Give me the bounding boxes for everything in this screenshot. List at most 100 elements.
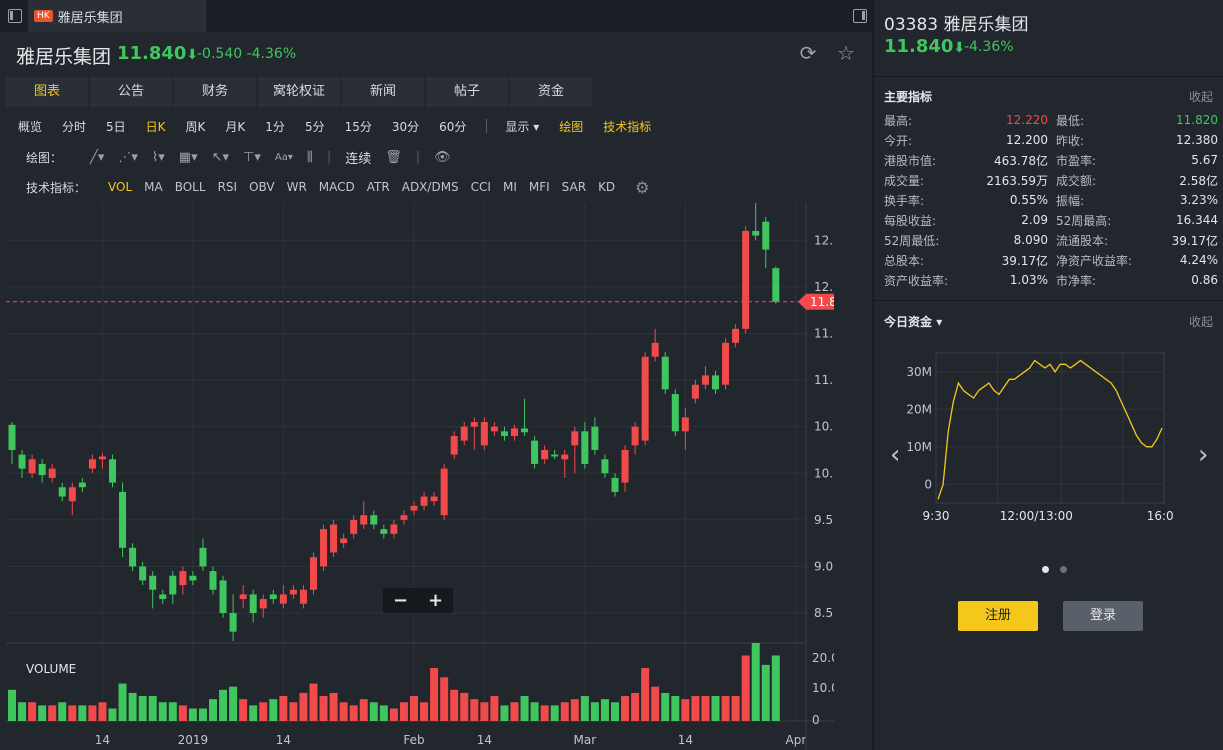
- tab-2[interactable]: 财务: [174, 77, 256, 107]
- volume-bar: [289, 702, 298, 721]
- fib-tool-icon[interactable]: ▦▾: [179, 150, 198, 165]
- candle-body: [641, 356, 649, 441]
- bar-tool-icon[interactable]: ⫼: [307, 150, 313, 165]
- continuous-toggle[interactable]: 连续: [345, 148, 371, 167]
- page-dot[interactable]: [1060, 566, 1067, 573]
- tab-5[interactable]: 帖子: [426, 77, 508, 107]
- period-1[interactable]: 分时: [62, 118, 86, 135]
- tab-6[interactable]: 资金: [510, 77, 592, 107]
- trash-icon[interactable]: 🗑: [385, 150, 402, 165]
- indicator-1[interactable]: MA: [144, 180, 163, 194]
- volume-bar: [641, 667, 650, 721]
- line-tool-icon[interactable]: ╱▾: [90, 150, 104, 165]
- indicator-13[interactable]: KD: [598, 180, 615, 194]
- channel-tool-icon[interactable]: ⋰▾: [118, 150, 138, 165]
- tab-4[interactable]: 新闻: [342, 77, 424, 107]
- indicator-3[interactable]: RSI: [218, 180, 238, 194]
- flow-y-tick: 10M: [906, 440, 932, 454]
- volume-bar: [460, 692, 469, 721]
- separator: [486, 119, 488, 133]
- volume-bar: [108, 708, 117, 721]
- stat-label: 市盈率:: [1056, 153, 1097, 168]
- indicator-10[interactable]: MI: [503, 180, 517, 194]
- next-chevron-icon[interactable]: ›: [1198, 440, 1208, 470]
- indicator-5[interactable]: WR: [287, 180, 307, 194]
- refresh-icon[interactable]: ⟳: [796, 41, 820, 65]
- flow-collapse-button[interactable]: 收起: [1189, 313, 1213, 330]
- indicator-2[interactable]: BOLL: [175, 180, 206, 194]
- period-3[interactable]: 日K: [146, 118, 166, 135]
- draw-button[interactable]: 绘图: [559, 118, 583, 135]
- period-10[interactable]: 60分: [439, 118, 466, 135]
- indicator-12[interactable]: SAR: [562, 180, 586, 194]
- gear-icon[interactable]: ⚙: [635, 178, 649, 197]
- volume-bar: [430, 667, 439, 721]
- window-tab[interactable]: HK 雅居乐集团: [28, 0, 206, 32]
- volume-bar: [611, 702, 619, 721]
- indicator-6[interactable]: MACD: [319, 180, 355, 194]
- flow-y-tick: 0: [924, 477, 932, 491]
- indicator-9[interactable]: CCI: [471, 180, 491, 194]
- star-icon[interactable]: ☆: [834, 41, 858, 65]
- period-7[interactable]: 5分: [305, 118, 325, 135]
- candle-body: [671, 394, 679, 432]
- volume-bar: [198, 708, 207, 721]
- indicator-8[interactable]: ADX/DMS: [402, 180, 459, 194]
- candle-body: [470, 422, 478, 427]
- kline-chart[interactable]: 12.50 12.00 11.50 11.00 10.50 10.00 9.50 9.00 8.…: [6, 203, 834, 750]
- volume-bar: [721, 696, 730, 721]
- period-5[interactable]: 月K: [225, 118, 245, 135]
- eye-icon[interactable]: 👁: [434, 150, 451, 165]
- indicator-0[interactable]: VOL: [108, 180, 132, 194]
- period-4[interactable]: 周K: [186, 118, 206, 135]
- stats-collapse-button[interactable]: 收起: [1189, 88, 1213, 105]
- volume-bar: [741, 655, 750, 721]
- prev-chevron-icon[interactable]: ‹: [890, 440, 900, 470]
- candle-body: [330, 524, 338, 553]
- show-dropdown[interactable]: 显示 ▾: [505, 118, 539, 135]
- level-tool-icon[interactable]: ⊤▾: [243, 150, 261, 165]
- candle-body: [732, 328, 740, 343]
- stat-value: 12.220: [1006, 113, 1048, 127]
- indicator-11[interactable]: MFI: [529, 180, 550, 194]
- flow-title[interactable]: 今日资金 ▾: [884, 313, 942, 330]
- arrow-tool-icon[interactable]: ↖▾: [212, 150, 229, 165]
- y-tick-label: 9.50: [814, 513, 834, 527]
- toggle-left-panel-icon[interactable]: [8, 9, 22, 23]
- candle-body: [500, 431, 508, 436]
- zoom-in-button[interactable]: +: [428, 590, 443, 611]
- indicator-4[interactable]: OBV: [249, 180, 275, 194]
- candle-body: [189, 575, 197, 581]
- register-button[interactable]: 注册: [958, 601, 1038, 631]
- volume-bar: [359, 699, 368, 721]
- volume-bar: [88, 705, 97, 721]
- tab-3[interactable]: 窝轮权证: [258, 77, 340, 107]
- stat-value: 3.23%: [1179, 193, 1218, 207]
- indicator-7[interactable]: ATR: [367, 180, 390, 194]
- candle-body: [68, 487, 76, 502]
- quote-price: 11.840⬇: [884, 36, 966, 57]
- login-button[interactable]: 登录: [1063, 601, 1143, 631]
- period-8[interactable]: 15分: [345, 118, 372, 135]
- period-2[interactable]: 5日: [106, 118, 126, 135]
- divider: [874, 76, 1223, 77]
- wave-tool-icon[interactable]: ⌇▾: [152, 150, 165, 165]
- page-dot-active[interactable]: [1042, 566, 1049, 573]
- volume-bar: [510, 702, 519, 721]
- stat-label: 资产收益率:: [884, 273, 949, 288]
- period-9[interactable]: 30分: [392, 118, 419, 135]
- stat-value: 2.09: [1021, 213, 1048, 227]
- candle-body: [259, 599, 267, 609]
- toggle-right-panel-icon[interactable]: [853, 9, 867, 23]
- text-tool-icon[interactable]: Aa▾: [275, 152, 293, 163]
- volume-bar: [671, 696, 680, 721]
- period-6[interactable]: 1分: [265, 118, 285, 135]
- volume-bar: [259, 702, 268, 721]
- main-tabs: 图表 公告 财务 窝轮权证 新闻 帖子 资金: [6, 77, 592, 107]
- zoom-out-button[interactable]: −: [393, 590, 408, 611]
- tab-1[interactable]: 公告: [90, 77, 172, 107]
- tab-0[interactable]: 图表: [6, 77, 88, 107]
- tech-indicator-button[interactable]: 技术指标: [603, 118, 651, 135]
- period-0[interactable]: 概览: [18, 118, 42, 135]
- window-tabstrip: HK 雅居乐集团: [0, 0, 872, 32]
